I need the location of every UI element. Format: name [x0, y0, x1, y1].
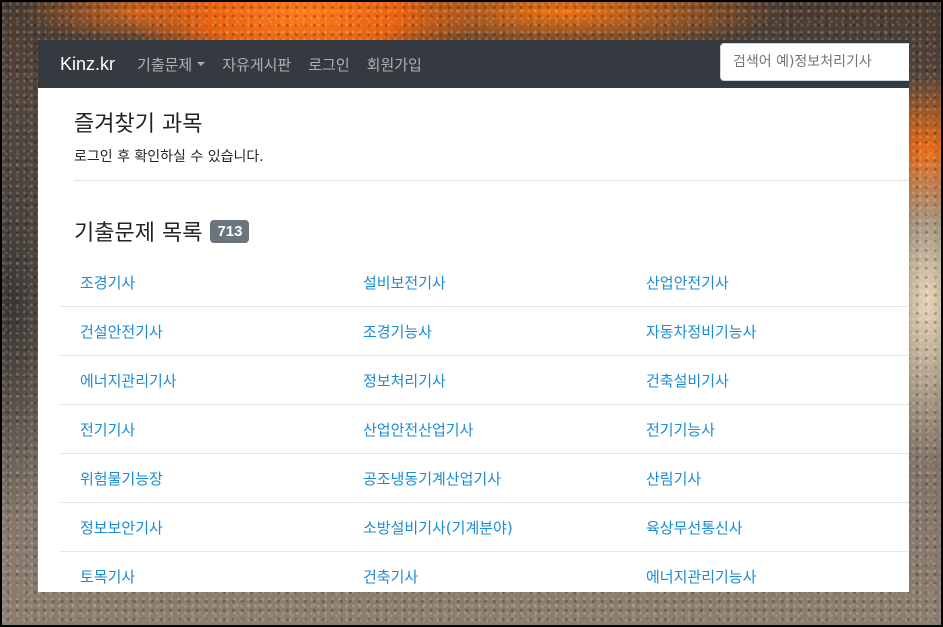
exam-link[interactable]: 산업안전기사 — [646, 274, 729, 292]
list-item: 토목기사 — [60, 566, 343, 587]
list-item: 산업안전기사 — [626, 272, 909, 293]
exam-list-title: 기출문제 목록 — [74, 221, 203, 246]
exam-list: 조경기사 설비보전기사 산업안전기사건설안전기사 조경기능사 자동차정비기능사에너지관리… — [60, 258, 909, 592]
table-row: 토목기사 건축기사 에너지관리기능사 — [60, 552, 909, 592]
search-input[interactable] — [720, 43, 909, 81]
nav-item-login[interactable]: 로그인 — [308, 54, 349, 75]
favorites-title: 즐겨찾기 과목 — [74, 112, 203, 137]
screen-frame: Kinz.kr 기출문제 자유게시판 로그인 회원가입 즐겨찾기 과목 로그인 … — [0, 0, 943, 627]
exam-link[interactable]: 조경기능사 — [363, 323, 432, 341]
exam-link[interactable]: 소방설비기사(기계분야) — [363, 519, 513, 537]
list-item: 위험물기능장 — [60, 468, 343, 489]
nav-item-signup[interactable]: 회원가입 — [367, 54, 422, 75]
exam-link[interactable]: 산업안전산업기사 — [363, 421, 473, 439]
count-badge: 713 — [210, 219, 250, 243]
exam-link[interactable]: 자동차정비기능사 — [646, 323, 756, 341]
list-item: 조경기사 — [60, 272, 343, 293]
brand-link[interactable]: Kinz.kr — [60, 54, 115, 75]
exam-link[interactable]: 전기기능사 — [646, 421, 715, 439]
exam-link[interactable]: 에너지관리기사 — [80, 372, 177, 390]
table-row: 전기기사 산업안전산업기사 전기기능사 — [60, 405, 909, 454]
list-item: 산림기사 — [626, 468, 909, 489]
nav-item-board[interactable]: 자유게시판 — [222, 54, 291, 75]
list-item: 소방설비기사(기계분야) — [343, 517, 626, 538]
list-item: 전기기능사 — [626, 419, 909, 440]
table-row: 에너지관리기사 정보처리기사 건축설비기사 — [60, 356, 909, 405]
exam-link[interactable]: 건설안전기사 — [80, 323, 163, 341]
nav-item-exams-label: 기출문제 — [137, 55, 193, 74]
chevron-down-icon — [197, 62, 206, 66]
list-item: 건축설비기사 — [626, 370, 909, 391]
exam-link[interactable]: 공조냉동기계산업기사 — [363, 470, 501, 488]
exam-list-heading: 기출문제 목록 713 — [74, 215, 909, 247]
list-item: 전기기사 — [60, 419, 343, 440]
list-item: 에너지관리기능사 — [626, 566, 909, 587]
exam-link[interactable]: 에너지관리기능사 — [646, 568, 756, 586]
favorites-message: 로그인 후 확인하실 수 있습니다. — [74, 149, 264, 165]
divider — [74, 180, 909, 181]
list-item: 자동차정비기능사 — [626, 321, 909, 342]
table-row: 건설안전기사 조경기능사 자동차정비기능사 — [60, 307, 909, 356]
list-item: 정보처리기사 — [343, 370, 626, 391]
exam-link[interactable]: 설비보전기사 — [363, 274, 446, 292]
exam-link[interactable]: 건축설비기사 — [646, 372, 729, 390]
main-content: 즐겨찾기 과목 로그인 후 확인하실 수 있습니다. 기출문제 목록 713 조… — [38, 106, 909, 592]
navbar: Kinz.kr 기출문제 자유게시판 로그인 회원가입 — [38, 40, 909, 88]
list-item: 설비보전기사 — [343, 272, 626, 293]
list-item: 건설안전기사 — [60, 321, 343, 342]
exam-link[interactable]: 조경기사 — [80, 274, 135, 292]
exam-link[interactable]: 산림기사 — [646, 470, 701, 488]
exam-link[interactable]: 정보보안기사 — [80, 519, 163, 537]
exam-link[interactable]: 위험물기능장 — [80, 470, 163, 488]
exam-link[interactable]: 전기기사 — [80, 421, 135, 439]
exam-link[interactable]: 토목기사 — [80, 568, 135, 586]
table-row: 정보보안기사 소방설비기사(기계분야) 육상무선통신사 — [60, 503, 909, 552]
list-item: 조경기능사 — [343, 321, 626, 342]
list-item: 산업안전산업기사 — [343, 419, 626, 440]
browser-page: Kinz.kr 기출문제 자유게시판 로그인 회원가입 즐겨찾기 과목 로그인 … — [38, 40, 909, 592]
exam-link[interactable]: 육상무선통신사 — [646, 519, 743, 537]
list-item: 건축기사 — [343, 566, 626, 587]
list-item: 육상무선통신사 — [626, 517, 909, 538]
exam-link[interactable]: 건축기사 — [363, 568, 418, 586]
list-item: 정보보안기사 — [60, 517, 343, 538]
list-item: 공조냉동기계산업기사 — [343, 468, 626, 489]
table-row: 위험물기능장 공조냉동기계산업기사 산림기사 — [60, 454, 909, 503]
list-item: 에너지관리기사 — [60, 370, 343, 391]
exam-link[interactable]: 정보처리기사 — [363, 372, 446, 390]
table-row: 조경기사 설비보전기사 산업안전기사 — [60, 258, 909, 307]
nav-item-exams[interactable]: 기출문제 — [137, 54, 206, 75]
